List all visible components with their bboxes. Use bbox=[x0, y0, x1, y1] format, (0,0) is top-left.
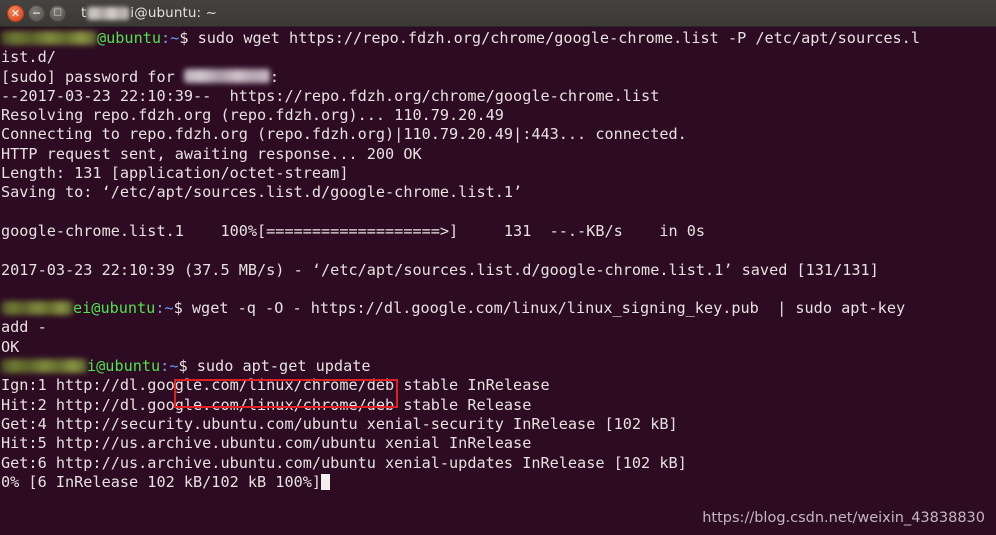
prompt-username-tail: ei bbox=[73, 299, 92, 318]
window-title-prefix: t bbox=[81, 5, 87, 21]
terminal-output-line: Connecting to repo.fdzh.org (repo.fdzh.o… bbox=[1, 125, 687, 144]
redacted-username-blur bbox=[1, 358, 87, 373]
terminal-output-line: --2017-03-23 22:10:39-- https://repo.fdz… bbox=[1, 86, 660, 105]
prompt-path: :~ bbox=[161, 29, 180, 47]
terminal-prompt-line: ei@ubuntu:~$ wget -q -O - https://dl.goo… bbox=[0, 299, 996, 318]
window-titlebar[interactable]: × − □ t i@ubuntu: ~ bbox=[0, 0, 996, 27]
terminal-current-line: 0% [6 InRelease 102 kB/102 kB 100%] bbox=[0, 473, 996, 492]
terminal-output-line: google-chrome.list.1 100%[==============… bbox=[1, 221, 706, 240]
terminal-output[interactable]: @ubuntu:~$ sudo wget https://repo.fdzh.o… bbox=[0, 27, 996, 535]
prompt-host: @ubuntu bbox=[96, 357, 161, 376]
redacted-username-blur bbox=[87, 6, 130, 20]
terminal-output-line: ist.d/ bbox=[1, 48, 56, 67]
prompt-host: @ubuntu bbox=[97, 29, 162, 47]
window-title-suffix: i@ubuntu: ~ bbox=[130, 5, 217, 21]
window-title: t i@ubuntu: ~ bbox=[81, 5, 217, 21]
terminal-output-line: Length: 131 [application/octet-stream] bbox=[1, 164, 349, 183]
sudo-password-line: [sudo] password for : bbox=[0, 68, 996, 87]
sudo-password-suffix: : bbox=[269, 67, 280, 86]
text-cursor bbox=[321, 473, 331, 490]
terminal-output-line: OK bbox=[1, 337, 20, 356]
terminal-output-line: Resolving repo.fdzh.org (repo.fdzh.org).… bbox=[1, 106, 504, 125]
maximize-icon: □ bbox=[53, 7, 62, 17]
maximize-button[interactable]: □ bbox=[49, 4, 66, 22]
terminal-output-line: Hit:2 http://dl.google.com/linux/chrome/… bbox=[1, 395, 532, 414]
terminal-output-line: Saving to: ‘/etc/apt/sources.list.d/goog… bbox=[1, 183, 523, 202]
prompt-path: :~ bbox=[160, 357, 179, 376]
prompt-sigil: $ bbox=[178, 357, 188, 376]
watermark-text: https://blog.csdn.net/weixin_43838830 bbox=[702, 510, 985, 526]
command-text: sudo wget https://repo.fdzh.org/chrome/g… bbox=[188, 29, 920, 47]
close-button[interactable]: × bbox=[7, 4, 24, 22]
terminal-output-line: Get:4 http://security.ubuntu.com/ubuntu … bbox=[1, 414, 678, 433]
prompt-username-tail: i bbox=[87, 357, 97, 376]
prompt-host: @ubuntu bbox=[91, 299, 156, 318]
sudo-password-prefix: [sudo] password for bbox=[1, 67, 184, 86]
terminal-output-line: HTTP request sent, awaiting response... … bbox=[1, 144, 422, 163]
command-text: wget -q -O - https://dl.google.com/linux… bbox=[182, 299, 906, 318]
terminal-prompt-line: i@ubuntu:~$ sudo apt-get update bbox=[0, 357, 996, 376]
minimize-icon: − bbox=[31, 6, 42, 19]
minimize-button[interactable]: − bbox=[28, 4, 45, 22]
apt-progress-text: 0% [6 InRelease 102 kB/102 kB 100%] bbox=[1, 472, 322, 491]
terminal-output-line: Hit:5 http://us.archive.ubuntu.com/ubunt… bbox=[1, 434, 532, 453]
terminal-output-line: add - bbox=[1, 318, 47, 337]
redacted-username-blur bbox=[1, 30, 97, 45]
highlighted-command-text: sudo apt-get update bbox=[187, 357, 371, 376]
redacted-username-blur bbox=[183, 69, 270, 84]
redacted-username-blur bbox=[1, 300, 73, 315]
terminal-window: × − □ t i@ubuntu: ~ @ubuntu:~$ sudo wget … bbox=[0, 0, 996, 535]
close-icon: × bbox=[10, 6, 21, 19]
prompt-path: :~ bbox=[155, 299, 174, 318]
terminal-lines: @ubuntu:~$ sudo wget https://repo.fdzh.o… bbox=[0, 29, 996, 492]
terminal-output-line: Get:6 http://us.archive.ubuntu.com/ubunt… bbox=[1, 453, 687, 472]
terminal-output-line: 2017-03-23 22:10:39 (37.5 MB/s) - ‘/etc/… bbox=[1, 260, 879, 279]
terminal-prompt-line: @ubuntu:~$ sudo wget https://repo.fdzh.o… bbox=[0, 29, 996, 48]
prompt-sigil: $ bbox=[173, 299, 183, 318]
terminal-output-line: Ign:1 http://dl.google.com/linux/chrome/… bbox=[1, 376, 550, 395]
